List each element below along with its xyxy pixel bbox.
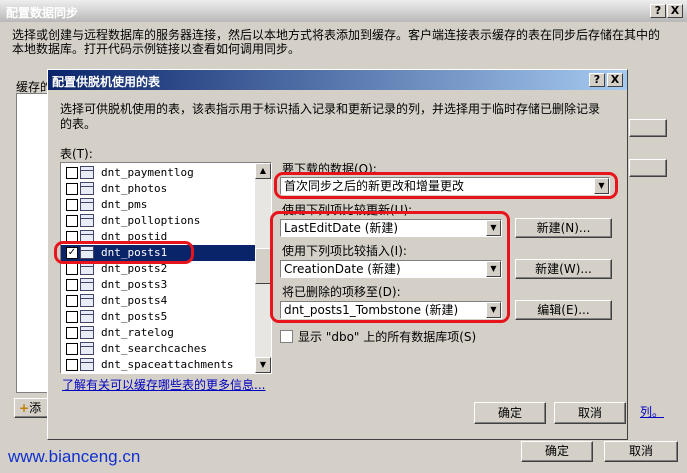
table-checkbox[interactable] bbox=[66, 279, 78, 291]
outer-side-button-1[interactable] bbox=[629, 119, 667, 137]
table-name: dnt_polloptions bbox=[101, 214, 201, 227]
outer-title-bar: 配置数据同步 ? X bbox=[0, 0, 687, 22]
table-name: dnt_posts3 bbox=[101, 278, 168, 291]
outer-help-button[interactable]: ? bbox=[650, 4, 666, 18]
table-icon bbox=[80, 294, 94, 307]
show-all-checkbox[interactable] bbox=[280, 330, 293, 343]
table-icon bbox=[80, 326, 94, 339]
table-name: dnt_pms bbox=[101, 198, 148, 211]
table-row[interactable]: dnt_polloptions bbox=[61, 213, 257, 229]
table-name: dnt_posts4 bbox=[101, 294, 168, 307]
outer-title: 配置数据同步 bbox=[6, 6, 79, 20]
table-row[interactable]: dnt_posts5 bbox=[61, 309, 257, 325]
highlight-posts1 bbox=[54, 241, 194, 264]
inner-help-button[interactable]: ? bbox=[589, 73, 605, 87]
inner-ok-button[interactable]: 确定 bbox=[474, 402, 546, 424]
outer-close-button[interactable]: X bbox=[667, 4, 683, 18]
inner-close-button[interactable]: X bbox=[607, 73, 623, 87]
scroll-thumb[interactable] bbox=[255, 248, 271, 284]
outer-description-2: 本地数据库。打开代码示例链接以查看如何调用同步。 bbox=[12, 42, 301, 56]
table-icon bbox=[80, 166, 94, 179]
outer-side-button-2[interactable] bbox=[629, 159, 667, 177]
table-checkbox[interactable] bbox=[66, 183, 78, 195]
plus-icon: + bbox=[19, 401, 30, 415]
table-row[interactable]: dnt_photos bbox=[61, 181, 257, 197]
table-name: dnt_searchcaches bbox=[101, 342, 207, 355]
table-row[interactable]: dnt_paymentlog bbox=[61, 165, 257, 181]
table-name: dnt_posts5 bbox=[101, 310, 168, 323]
table-icon bbox=[80, 214, 94, 227]
table-checkbox[interactable] bbox=[66, 263, 78, 275]
outer-cache-list[interactable] bbox=[16, 93, 48, 393]
table-icon bbox=[80, 198, 94, 211]
new-update-button[interactable]: 新建(N)... bbox=[515, 218, 612, 238]
table-row[interactable]: dnt_posts3 bbox=[61, 277, 257, 293]
outer-cancel-button[interactable]: 取消 bbox=[604, 441, 678, 462]
table-checkbox[interactable] bbox=[66, 215, 78, 227]
scroll-up-icon[interactable]: ▲ bbox=[255, 163, 271, 179]
table-checkbox[interactable] bbox=[66, 167, 78, 179]
inner-description-2: 的表。 bbox=[60, 117, 97, 131]
inner-title: 配置供脱机使用的表 bbox=[52, 75, 161, 89]
highlight-download bbox=[274, 172, 618, 199]
tables-list[interactable]: dnt_paymentlog dnt_photos dnt_pms dnt_pollo… bbox=[60, 162, 272, 374]
table-checkbox[interactable] bbox=[66, 327, 78, 339]
learn-more-link[interactable]: 了解有关可以缓存哪些表的更多信息... bbox=[62, 376, 265, 393]
table-icon bbox=[80, 278, 94, 291]
inner-title-bar: 配置供脱机使用的表 ? X bbox=[48, 70, 627, 90]
highlight-compare-columns bbox=[270, 211, 510, 323]
table-checkbox[interactable] bbox=[66, 199, 78, 211]
table-checkbox[interactable] bbox=[66, 359, 78, 371]
new-insert-button[interactable]: 新建(W)... bbox=[515, 259, 612, 279]
outer-link-tail[interactable]: 列。 bbox=[640, 403, 664, 420]
table-row[interactable]: dnt_pms bbox=[61, 197, 257, 213]
table-checkbox[interactable] bbox=[66, 343, 78, 355]
table-checkbox[interactable] bbox=[66, 295, 78, 307]
outer-add-button[interactable]: +添 bbox=[14, 398, 50, 418]
table-row[interactable]: dnt_ratelog bbox=[61, 325, 257, 341]
edit-deleted-button[interactable]: 编辑(E)... bbox=[515, 300, 612, 320]
tables-scrollbar[interactable]: ▲ ▼ bbox=[255, 163, 271, 373]
table-icon bbox=[80, 342, 94, 355]
scroll-down-icon[interactable]: ▼ bbox=[255, 357, 271, 373]
table-row[interactable]: dnt_posts4 bbox=[61, 293, 257, 309]
table-name: dnt_spaceattachments bbox=[101, 358, 234, 371]
show-all-label: 显示 "dbo" 上的所有数据库项(S) bbox=[298, 330, 477, 344]
table-icon bbox=[80, 182, 94, 195]
inner-cancel-button[interactable]: 取消 bbox=[554, 402, 626, 424]
watermark: www.bianceng.cn bbox=[8, 447, 141, 466]
tables-label: 表(T): bbox=[60, 147, 93, 161]
table-row[interactable]: dnt_spaceattachments bbox=[61, 357, 257, 373]
table-row[interactable]: dnt_searchcaches bbox=[61, 341, 257, 357]
table-name: dnt_photos bbox=[101, 182, 168, 195]
table-name: dnt_ratelog bbox=[101, 326, 174, 339]
table-icon bbox=[80, 358, 94, 371]
table-icon bbox=[80, 310, 94, 323]
table-name: dnt_paymentlog bbox=[101, 166, 194, 179]
table-checkbox[interactable] bbox=[66, 311, 78, 323]
inner-description-1: 选择可供脱机使用的表，该表指示用于标识插入记录和更新记录的列，并选择用于临时存储… bbox=[60, 102, 601, 116]
outer-ok-button[interactable]: 确定 bbox=[521, 441, 593, 462]
